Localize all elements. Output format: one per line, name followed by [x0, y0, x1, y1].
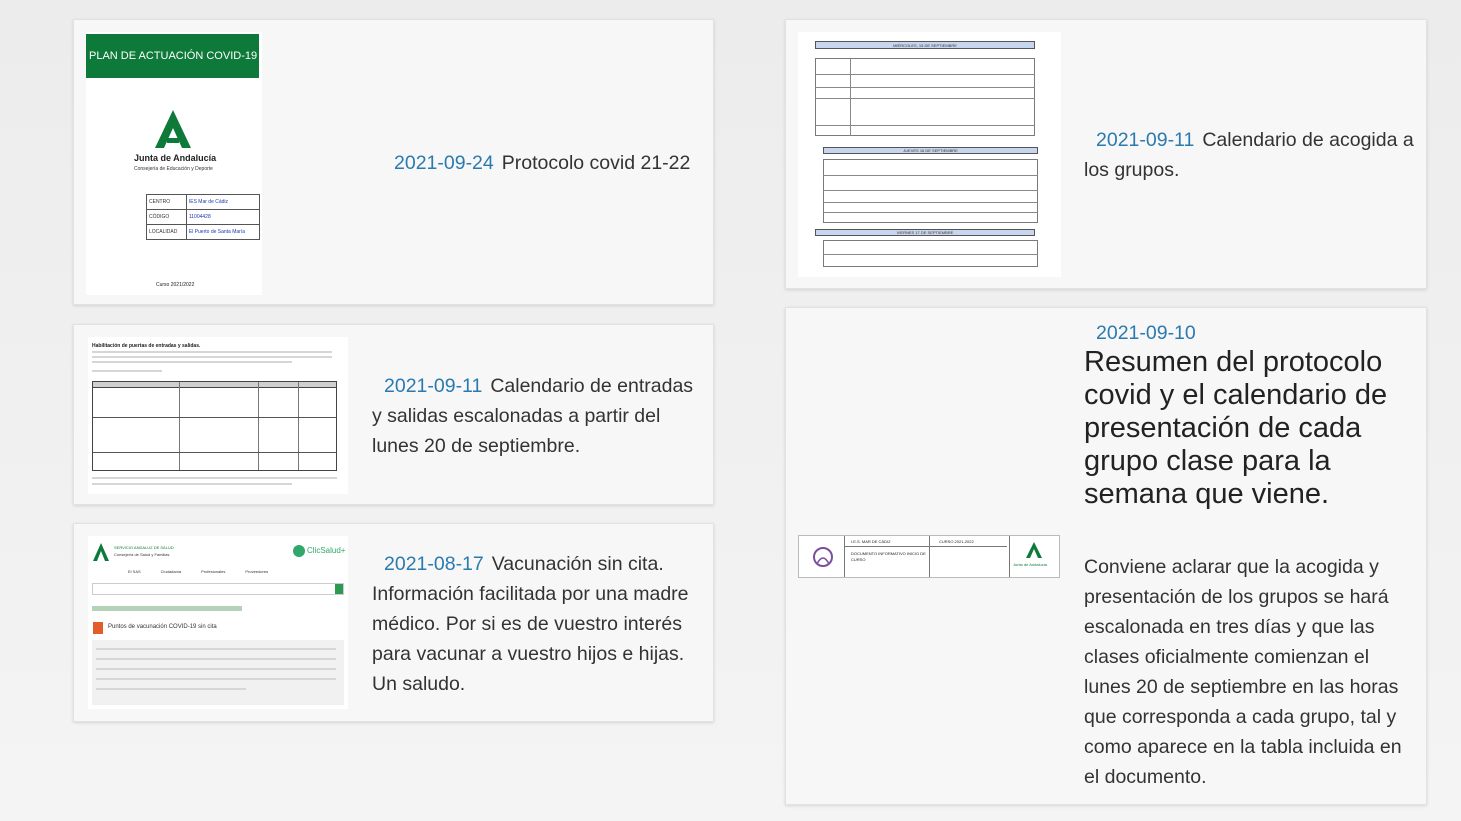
sas-logo-icon: [92, 542, 110, 562]
school-info-table: CENTRO IES Mar de Cádiz CÓDIGO 11004428 LO…: [146, 194, 261, 240]
dept-name: Consejería de Educación y Deporte: [134, 166, 213, 172]
table-heading: JUEVES 16 DE SEPTIEMBRE: [823, 147, 1038, 154]
post-excerpt[interactable]: 2021-09-11 Calendario de acogida a los gr…: [1084, 125, 1419, 185]
sas-org: SERVICIO ANDALUZ DE SALUD: [114, 545, 174, 550]
post-thumbnail[interactable]: Habilitación de puertas de entradas y sa…: [88, 337, 348, 494]
course-label: CURSO 2021-2022: [939, 539, 974, 544]
doc-title: DOCUMENTO INFORMATIVO INICIO DE CURSO: [851, 551, 926, 562]
post-date[interactable]: 2021-09-24: [394, 152, 494, 174]
post-body: Conviene aclarar que la acogida y presen…: [1084, 556, 1402, 788]
post-date[interactable]: 2021-09-10: [1096, 322, 1196, 344]
post-thumbnail[interactable]: I.E.S. MAR DE CÁDIZ CURSO 2021-2022 DOCU…: [798, 535, 1060, 578]
nav-item[interactable]: El SAS: [128, 569, 141, 574]
document-header: PLAN DE ACTUACIÓN COVID-19: [86, 34, 259, 78]
school-crest-icon: [809, 542, 837, 572]
post-excerpt[interactable]: 2021-09-11 Calendario de entradas y salid…: [372, 371, 702, 461]
course-label: Curso 2021/2022: [156, 282, 195, 288]
post-thumbnail[interactable]: PLAN DE ACTUACIÓN COVID-19 Junta de Anda…: [86, 32, 262, 295]
post-card[interactable]: SERVICIO ANDALUZ DE SALUD Consejería de …: [73, 523, 714, 722]
post-title[interactable]: Resumen del protocolo covid y el calenda…: [1084, 346, 1419, 511]
junta-logo-icon: [1025, 541, 1043, 559]
post-date[interactable]: 2021-09-11: [1096, 129, 1194, 151]
org-name: Junta de Andalucía: [1013, 562, 1048, 567]
clicsalud-brand: ClicSalud+: [307, 546, 346, 555]
table-heading: MIÉRCOLES, 15 DE SEPTIEMBRE: [815, 41, 1035, 49]
post-card[interactable]: I.E.S. MAR DE CÁDIZ CURSO 2021-2022 DOCU…: [785, 307, 1427, 805]
nav-item[interactable]: Proveedores: [245, 569, 268, 574]
nav-item[interactable]: Ciudadanía: [161, 569, 181, 574]
article-heading: Puntos de vacunación COVID-19 sin cita: [108, 624, 217, 630]
post-date[interactable]: 2021-09-11: [384, 375, 482, 397]
sas-nav: El SAS Ciudadanía Profesionales Proveedo…: [128, 569, 268, 574]
table-heading: VIERNES 17 DE SEPTIEMBRE: [815, 229, 1035, 236]
org-name: Junta de Andalucía: [134, 153, 217, 163]
post-thumbnail[interactable]: SERVICIO ANDALUZ DE SALUD Consejería de …: [88, 536, 348, 709]
post-excerpt[interactable]: 2021-09-24 Protocolo covid 21-22: [394, 148, 714, 178]
nav-item[interactable]: Profesionales: [201, 569, 225, 574]
post-excerpt[interactable]: 2021-08-17 Vacunación sin cita. Informaci…: [372, 549, 707, 699]
post-card[interactable]: MIÉRCOLES, 15 DE SEPTIEMBRE JUEVES 16 DE…: [785, 19, 1427, 289]
thumb-heading: Habilitación de puertas de entradas y sa…: [92, 343, 201, 349]
post-title[interactable]: Protocolo covid 21-22: [502, 152, 691, 174]
junta-logo-icon: [151, 108, 195, 150]
sas-dept: Consejería de Salud y Familias: [114, 552, 170, 557]
post-date[interactable]: 2021-08-17: [384, 553, 484, 575]
school-name: I.E.S. MAR DE CÁDIZ: [851, 539, 891, 544]
post-card[interactable]: PLAN DE ACTUACIÓN COVID-19 Junta de Anda…: [73, 19, 714, 305]
article-icon: [93, 622, 103, 634]
post-thumbnail[interactable]: MIÉRCOLES, 15 DE SEPTIEMBRE JUEVES 16 DE…: [798, 32, 1061, 277]
post-card[interactable]: Habilitación de puertas de entradas y sa…: [73, 324, 714, 505]
clicsalud-icon: [293, 545, 305, 557]
post-content: 2021-09-10 Resumen del protocolo covid y…: [1084, 320, 1419, 792]
schedule-table: [92, 381, 337, 471]
sas-search: [92, 583, 344, 595]
